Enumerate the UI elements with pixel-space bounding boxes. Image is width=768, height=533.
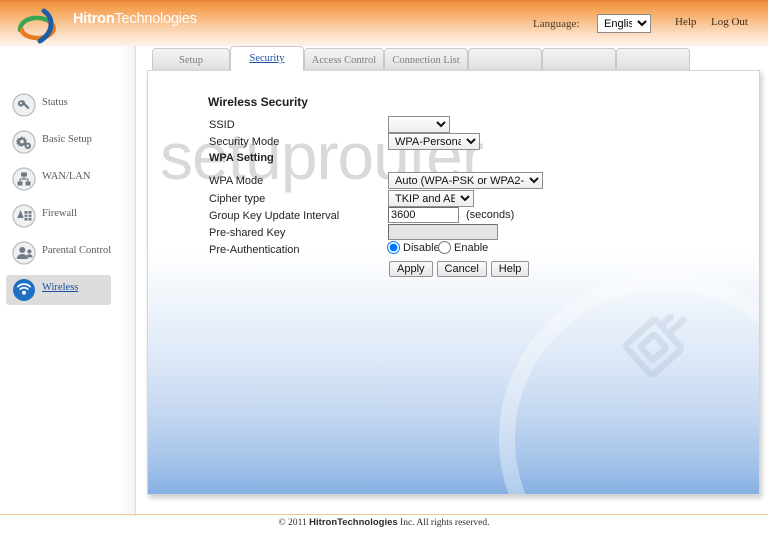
sidebar: Status Basic Setup WAN/LAN Firewall Pare… [0,46,136,516]
tab-blank-3[interactable] [616,48,690,71]
header-help-link[interactable]: Help [675,16,696,28]
brand-bold: Hitron [73,11,115,27]
ssid-label: SSID [209,119,235,131]
brand-name: HitronTechnologies [73,11,197,27]
language-select[interactable]: English [597,14,651,33]
pre-authentication-disable-label: Disable [403,241,440,254]
header-logout-link[interactable]: Log Out [711,16,748,28]
tab-security[interactable]: Security [230,46,304,71]
sidebar-item-firewall-label: Firewall [42,208,77,219]
tab-setup[interactable]: Setup [152,48,230,71]
pre-authentication-enable-input[interactable] [438,241,451,254]
form-button-row: Apply Cancel Help [389,261,530,277]
ssid-select[interactable] [388,116,450,133]
copyright-text: © 2011 HitronTechnologies Inc. All right… [0,517,768,528]
sidebar-item-wireless-label: Wireless [42,282,79,293]
hitron-logo-icon [17,8,56,44]
sidebar-item-status-label: Status [42,97,68,108]
wifi-icon [13,279,35,301]
sidebar-item-firewall[interactable]: Firewall [6,201,108,231]
footer-divider [0,514,768,515]
brand-light: Technologies [114,11,197,27]
sidebar-item-basic-setup[interactable]: Basic Setup [6,127,108,157]
apply-button[interactable]: Apply [389,261,433,277]
gears-icon [12,130,36,154]
tab-access-control[interactable]: Access Control [304,48,384,71]
section-title: Wireless Security [208,95,308,109]
pre-authentication-disable-radio[interactable]: Disable [387,241,440,254]
language-label: Language: [533,18,580,30]
subsection-title: WPA Setting [209,152,274,164]
tab-security-label: Security [249,53,285,64]
network-icon [12,167,36,191]
sidebar-item-parental-control-label: Parental Control [42,245,112,256]
sidebar-item-parental-control[interactable]: Parental Control [6,238,112,268]
cancel-button[interactable]: Cancel [436,261,487,277]
copyright-suffix: Inc. All rights reserved. [397,518,490,528]
tab-blank-1[interactable] [468,48,542,71]
security-mode-label: Security Mode [209,136,280,148]
firewall-icon [12,204,36,228]
tab-bar: Setup Security Access Control Connection… [148,46,768,71]
cipher-type-select[interactable]: TKIP and AES [388,190,474,207]
tab-access-control-label: Access Control [311,55,377,66]
pre-authentication-label: Pre-Authentication [209,244,300,256]
wireless-security-form: Wireless Security SSID Security Mode WPA… [148,71,759,494]
group-key-interval-label: Group Key Update Interval [209,210,340,222]
group-key-interval-input[interactable] [388,207,459,223]
pre-authentication-enable-radio[interactable]: Enable [438,241,488,254]
page-header: HitronTechnologies Language: English Hel… [0,0,768,46]
sidebar-item-wan-lan-label: WAN/LAN [42,171,91,182]
copyright-prefix: © 2011 [278,518,310,528]
wrench-icon [12,93,36,117]
sidebar-item-wireless[interactable]: Wireless [6,275,111,305]
wpa-mode-label: WPA Mode [209,175,264,187]
user-icon [12,241,36,265]
tab-connection-list[interactable]: Connection List [384,48,468,71]
cipher-type-label: Cipher type [209,193,266,205]
group-key-interval-unit: (seconds) [466,209,515,221]
pre-shared-key-label: Pre-shared Key [209,227,286,239]
sidebar-item-status[interactable]: Status [6,90,108,120]
content-panel: Wireless Security SSID Security Mode WPA… [147,70,760,495]
pre-authentication-disable-input[interactable] [387,241,400,254]
pre-shared-key-input[interactable] [388,224,498,240]
tab-blank-2[interactable] [542,48,616,71]
tab-setup-label: Setup [179,55,203,66]
sidebar-item-basic-setup-label: Basic Setup [42,134,92,145]
router-admin-page: HitronTechnologies Language: English Hel… [0,0,768,533]
sidebar-item-wan-lan[interactable]: WAN/LAN [6,164,108,194]
wpa-mode-select[interactable]: Auto (WPA-PSK or WPA2-PSK) [388,172,543,189]
pre-authentication-enable-label: Enable [454,241,489,254]
security-mode-select[interactable]: WPA-Personal [388,133,480,150]
copyright-brand: HitronTechnologies [309,517,398,528]
tab-connection-list-label: Connection List [392,55,460,66]
help-button[interactable]: Help [490,261,530,277]
